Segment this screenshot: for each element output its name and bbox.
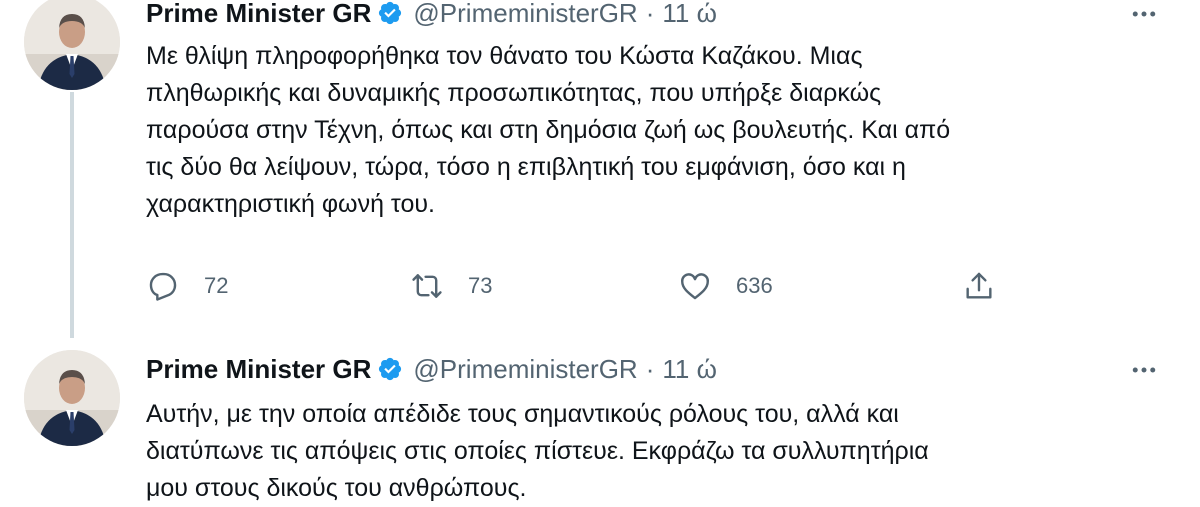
tweet-text: Αυτήν, με την οποία απέδιδε τους σημαντι… xyxy=(146,396,1176,507)
like-count: 636 xyxy=(736,273,773,298)
tweet-text-line: χαρακτηριστική φωνή του. xyxy=(146,190,435,218)
more-options-icon[interactable] xyxy=(1126,352,1162,388)
tweet-text: Με θλίψη πληροφορήθηκα τον θάνατο του Κώ… xyxy=(146,38,1176,223)
heart-icon xyxy=(678,269,712,303)
reply-button[interactable]: 72 xyxy=(146,264,228,308)
verified-badge-icon xyxy=(377,356,403,382)
avatar[interactable] xyxy=(24,350,120,446)
more-options-icon[interactable] xyxy=(1126,0,1162,32)
tweet-text-line: τις δύο θα λείψουν, τώρα, τόσο η επιβλητ… xyxy=(146,153,906,181)
tweet[interactable]: Prime Minister GR @PrimeministerGR · 11 … xyxy=(0,0,1200,340)
tweet[interactable]: Prime Minister GR @PrimeministerGR · 11 … xyxy=(0,340,1200,502)
tweet-text-line: διατύπωνε τις απόψεις στις οποίες πίστευ… xyxy=(146,437,929,465)
separator-dot: · xyxy=(645,0,655,28)
tweet-text-line: πληθωρικής και δυναμικής προσωπικότητας,… xyxy=(146,79,882,107)
tweet-text-line: μου στους δικούς του ανθρώπους. xyxy=(146,474,527,502)
author-handle[interactable]: @PrimeministerGR xyxy=(413,354,637,385)
author-handle[interactable]: @PrimeministerGR xyxy=(413,0,637,29)
share-button[interactable] xyxy=(962,264,996,308)
retweet-button[interactable]: 73 xyxy=(410,264,492,308)
avatar[interactable] xyxy=(24,0,120,90)
tweet-text-line: παρούσα στην Τέχνη, όπως και στη δημόσια… xyxy=(146,116,951,144)
tweet-text-line: Με θλίψη πληροφορήθηκα τον θάνατο του Κώ… xyxy=(146,42,863,70)
retweet-icon xyxy=(410,269,444,303)
tweet-text-line: Αυτήν, με την οποία απέδιδε τους σημαντι… xyxy=(146,400,899,428)
timestamp[interactable]: 11 ώ xyxy=(662,354,717,385)
reply-count: 72 xyxy=(204,273,229,298)
tweet-header: Prime Minister GR @PrimeministerGR · 11 … xyxy=(146,0,717,30)
like-button[interactable]: 636 xyxy=(678,264,773,308)
author-name[interactable]: Prime Minister GR xyxy=(146,354,371,385)
retweet-count: 73 xyxy=(468,273,493,298)
tweet-actions: 72 73 636 xyxy=(0,264,1200,308)
share-icon xyxy=(962,269,996,303)
timestamp[interactable]: 11 ώ xyxy=(662,0,717,29)
verified-badge-icon xyxy=(377,0,403,26)
tweet-header: Prime Minister GR @PrimeministerGR · 11 … xyxy=(146,352,717,386)
separator-dot: · xyxy=(645,353,655,384)
reply-icon xyxy=(146,269,180,303)
author-name[interactable]: Prime Minister GR xyxy=(146,0,371,29)
